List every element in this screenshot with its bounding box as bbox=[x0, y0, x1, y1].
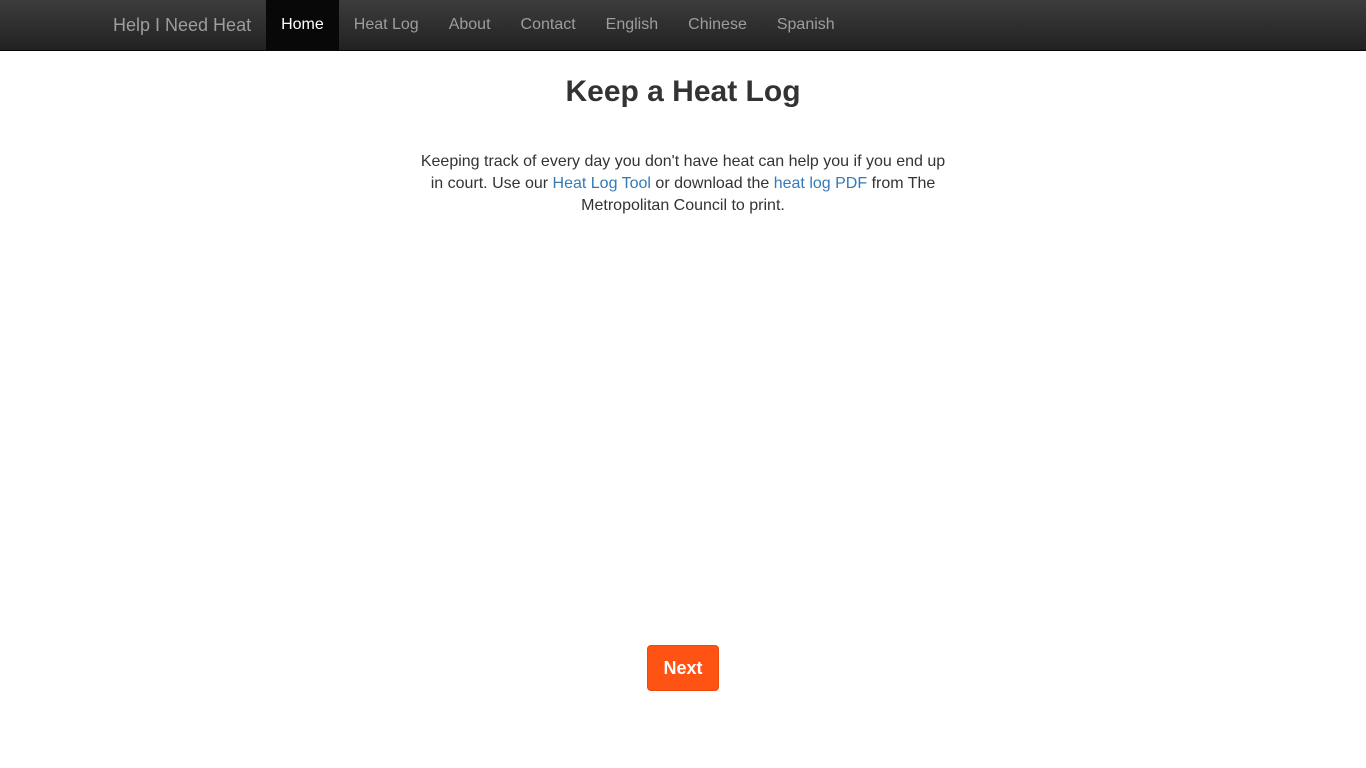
next-button[interactable]: Next bbox=[647, 645, 719, 691]
heat-log-pdf-link[interactable]: heat log PDF bbox=[774, 175, 867, 192]
heat-log-tool-link[interactable]: Heat Log Tool bbox=[553, 175, 651, 192]
nav-item-chinese: Chinese bbox=[673, 0, 762, 50]
intro-text-part2: or download the bbox=[650, 175, 774, 192]
page-title: Keep a Heat Log bbox=[565, 75, 801, 108]
nav-link-spanish[interactable]: Spanish bbox=[762, 0, 850, 50]
navbar-container: Help I Need Heat Home Heat Log About Con… bbox=[98, 0, 850, 50]
nav-item-spanish: Spanish bbox=[762, 0, 850, 50]
nav-item-english: English bbox=[591, 0, 673, 50]
brand-link[interactable]: Help I Need Heat bbox=[98, 0, 266, 50]
nav-link-home[interactable]: Home bbox=[266, 0, 339, 50]
nav-link-chinese[interactable]: Chinese bbox=[673, 0, 762, 50]
top-navbar: Help I Need Heat Home Heat Log About Con… bbox=[0, 0, 1366, 51]
nav-item-about: About bbox=[434, 0, 506, 50]
nav-link-english[interactable]: English bbox=[591, 0, 673, 50]
nav-item-contact: Contact bbox=[506, 0, 591, 50]
nav-link-contact[interactable]: Contact bbox=[506, 0, 591, 50]
nav-item-home: Home bbox=[266, 0, 339, 50]
intro-paragraph: Keeping track of every day you don't hav… bbox=[413, 151, 953, 217]
nav-item-heat-log: Heat Log bbox=[339, 0, 434, 50]
nav-link-heat-log[interactable]: Heat Log bbox=[339, 0, 434, 50]
nav-link-about[interactable]: About bbox=[434, 0, 506, 50]
main-content: Keep a Heat Log Keeping track of every d… bbox=[0, 51, 1366, 768]
nav-menu: Home Heat Log About Contact English Chin… bbox=[266, 0, 850, 50]
